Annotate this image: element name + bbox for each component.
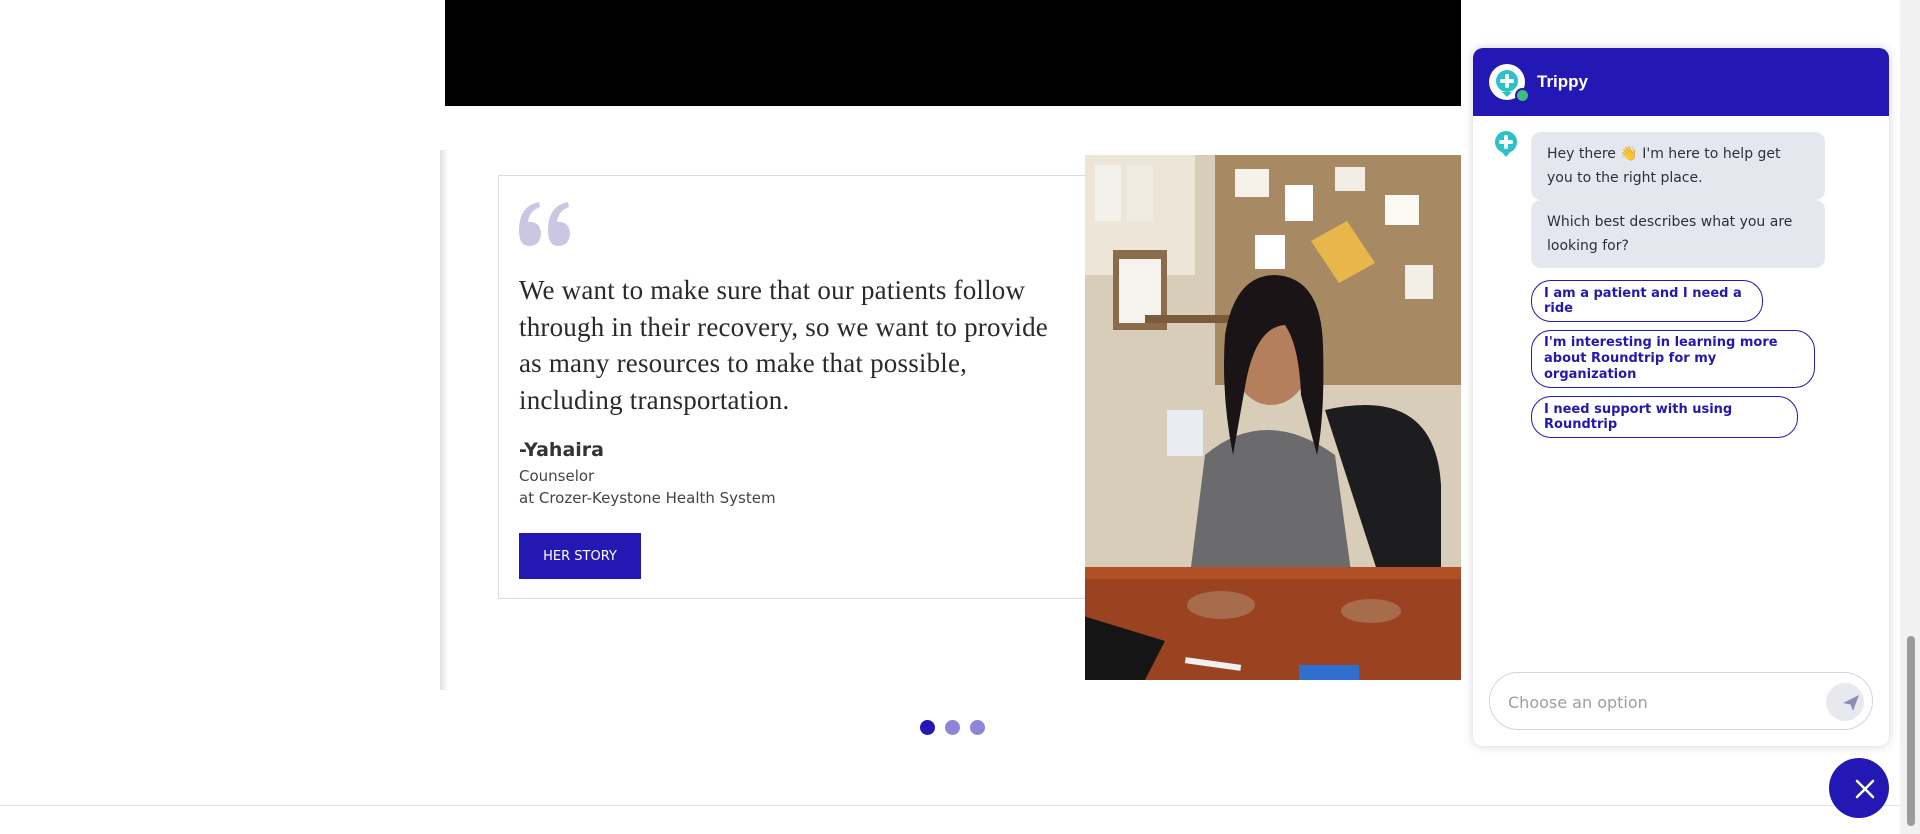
testimonial-card: We want to make sure that our patients f…: [498, 175, 1088, 599]
page-scrollbar-thumb[interactable]: [1907, 636, 1915, 826]
option-support[interactable]: I need support with using Roundtrip: [1531, 396, 1798, 438]
her-story-button[interactable]: HER STORY: [519, 533, 641, 579]
option-patient-ride[interactable]: I am a patient and I need a ride: [1531, 280, 1763, 322]
carousel-dot-2[interactable]: [945, 720, 960, 735]
slide-edge-shadow: [440, 150, 448, 690]
carousel-pagination: [920, 720, 985, 735]
testimonial-quote: We want to make sure that our patients f…: [519, 275, 1048, 415]
chat-header: Trippy: [1473, 48, 1889, 116]
option-organization[interactable]: I'm interesting in learning more about R…: [1531, 330, 1815, 388]
send-icon: [1843, 695, 1859, 711]
testimonial-photo: [1085, 155, 1461, 680]
author-organization: at Crozer-Keystone Health System: [519, 489, 776, 507]
close-icon: [1855, 779, 1875, 799]
quote-icon: [519, 202, 570, 246]
bot-message-icon: [1495, 131, 1517, 157]
video-player[interactable]: [445, 0, 1461, 106]
author-role: Counselor: [519, 467, 595, 485]
close-chat-button[interactable]: [1829, 758, 1889, 818]
send-button[interactable]: [1826, 683, 1864, 721]
bot-message: Which best describes what you are lookin…: [1531, 200, 1825, 268]
bot-name: Trippy: [1537, 72, 1589, 91]
footer-divider: [0, 805, 1920, 806]
online-status-icon: [1515, 88, 1530, 103]
chat-widget: Trippy Hey there 👋 I'm here to help get …: [1473, 48, 1889, 746]
carousel-dot-1[interactable]: [920, 720, 935, 735]
bot-message: Hey there 👋 I'm here to help get you to …: [1531, 132, 1825, 200]
portrait-image: [1085, 155, 1461, 680]
chat-input[interactable]: [1506, 687, 1810, 717]
chat-messages: Hey there 👋 I'm here to help get you to …: [1473, 116, 1889, 676]
carousel-dot-3[interactable]: [970, 720, 985, 735]
testimonial-author: -Yahaira: [519, 439, 604, 461]
chat-input-box: [1489, 672, 1873, 730]
